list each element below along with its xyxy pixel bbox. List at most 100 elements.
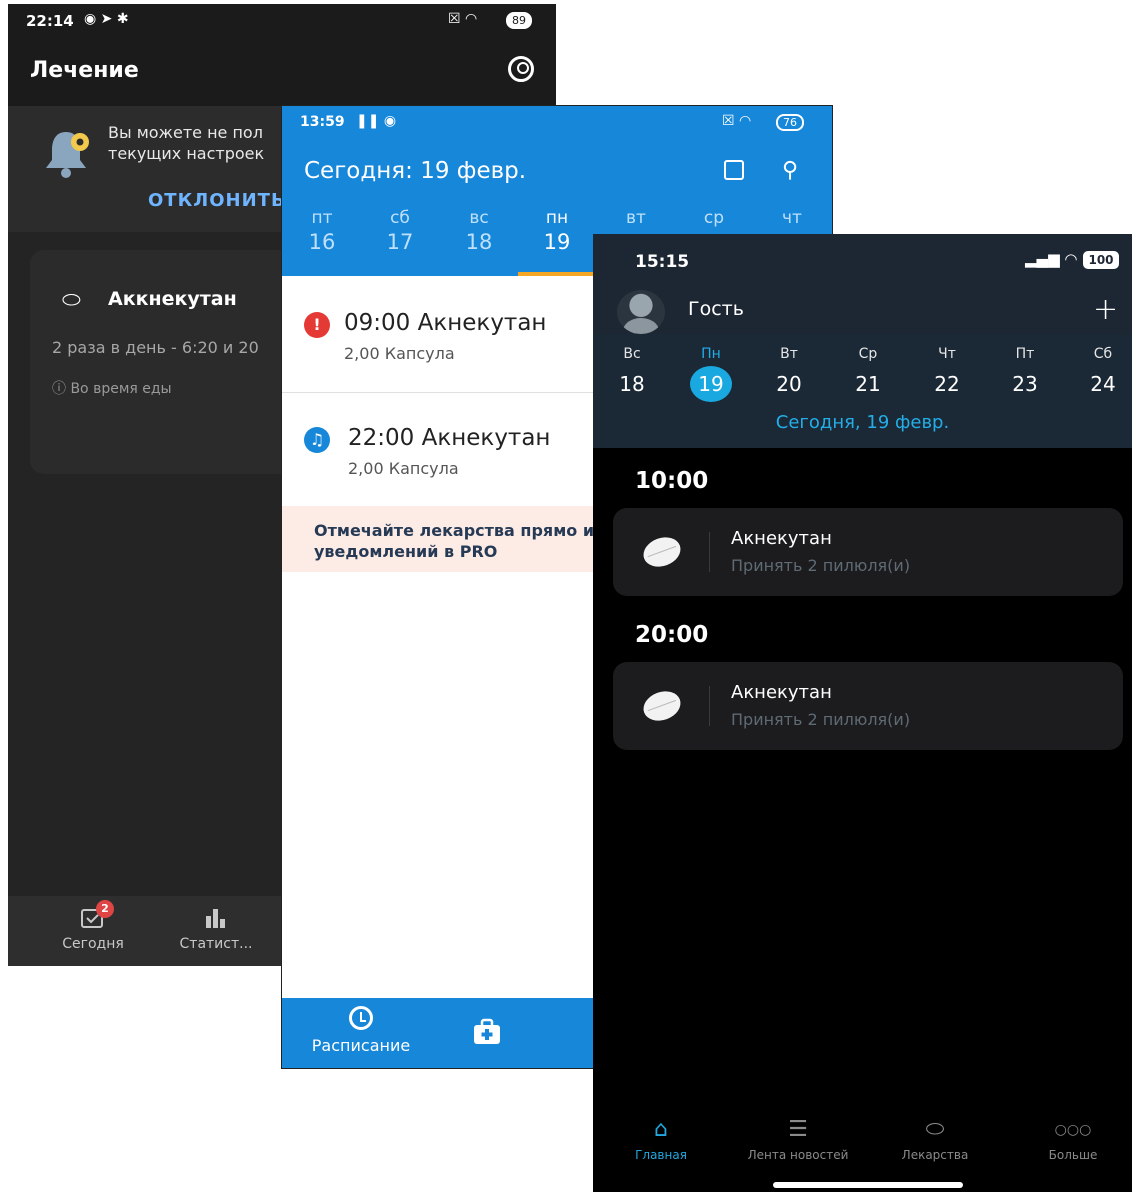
divider [709, 686, 710, 726]
dose-card[interactable]: Акнекутан Принять 2 пилюля(и) [613, 662, 1123, 750]
tab-label: Лента новостей [747, 1148, 849, 1162]
dose-time: 22:00 [348, 425, 415, 451]
day-mon[interactable]: пн 19 [527, 208, 587, 254]
week-day-name: Сб [1093, 346, 1113, 362]
home-icon: ⌂ [654, 1117, 668, 1142]
divider [709, 532, 710, 572]
dose-label: 22:00 Акнекутан [348, 425, 550, 451]
status-time: 22:14 [26, 12, 74, 30]
status-icons: ☒ ◠ [722, 113, 752, 129]
nav-today-label: Сегодня [62, 936, 124, 952]
dose-name: Акнекутан [417, 310, 547, 336]
week-day-date: 20 [776, 372, 802, 396]
day-sun[interactable]: вс 18 [449, 208, 509, 254]
week-day[interactable]: Вт 20 [759, 346, 819, 396]
dose-quantity: 2,00 Капсула [348, 459, 459, 478]
status-icons: ☒ ◠ [448, 11, 478, 27]
user-row: Гость + [593, 290, 1132, 334]
app-notification-icon: ◉ ➤ ✱ [84, 11, 129, 27]
pill-icon [639, 686, 685, 726]
tab-news-feed[interactable]: ☰ Лента новостей [738, 1116, 858, 1162]
dose-quantity: 2,00 Капсула [344, 344, 455, 363]
add-button[interactable]: + [1093, 292, 1118, 327]
week-day-name: Вс [623, 346, 641, 362]
status-time: 13:59 [300, 114, 345, 130]
week-day[interactable]: Сб 24 [1073, 346, 1132, 396]
tab-home[interactable]: ⌂ Главная [601, 1116, 721, 1162]
nav-statistics[interactable]: Статист... [176, 906, 256, 952]
status-icons: ▂▄▆ ◠ 100 [1025, 250, 1119, 269]
today-label[interactable]: Сегодня, 19 февр. [593, 412, 1132, 433]
dose-name: Акнекутан [731, 682, 832, 703]
account-icon[interactable] [508, 56, 534, 82]
day-name: пн [545, 208, 569, 228]
day-date: 17 [386, 230, 414, 254]
bar-chart-icon [203, 906, 229, 930]
bell-icon: ♫ [304, 427, 330, 453]
checklist-icon: 2 [80, 900, 114, 930]
week-day[interactable]: Пт 23 [995, 346, 1055, 396]
selected-day-indicator [518, 272, 594, 276]
dose-name: Акнекутан [731, 528, 832, 549]
week-day-name: Ср [858, 346, 878, 362]
user-name[interactable]: Гость [688, 298, 744, 320]
day-wed[interactable]: ср [684, 208, 744, 228]
week-day-date: 19 [690, 366, 732, 402]
battery-indicator: 89 [506, 12, 532, 29]
status-time: 15:15 [635, 252, 690, 272]
week-day-name: Пн [701, 346, 721, 362]
week-day-date: 22 [934, 372, 960, 396]
dose-time: 09:00 [344, 310, 411, 336]
nav-today[interactable]: 2 Сегодня [58, 900, 128, 952]
dismiss-button[interactable]: ОТКЛОНИТЬ [148, 190, 286, 211]
week-day-date: 23 [1012, 372, 1038, 396]
tab-label: Лекарства [901, 1148, 969, 1162]
week-day[interactable]: Ср 21 [838, 346, 898, 396]
day-name: ср [703, 208, 725, 228]
search-icon[interactable]: ⚲ [782, 158, 798, 183]
app-bar: Лечение [8, 38, 556, 106]
day-name: сб [390, 208, 410, 228]
tab-schedule[interactable]: Расписание [296, 1006, 426, 1055]
avatar[interactable] [617, 290, 665, 334]
tab-medications[interactable]: ⬭ Лекарства [875, 1116, 995, 1162]
phone-screen-home: 15:15 ▂▄▆ ◠ 100 Гость + Вс 18 Пн 19 Вт 20 Ср… [593, 234, 1132, 1192]
day-date: 19 [543, 230, 571, 254]
header: 15:15 ▂▄▆ ◠ 100 Гость + Вс 18 Пн 19 Вт 20 Ср… [593, 234, 1132, 448]
dose-instruction: Принять 2 пилюля(и) [731, 556, 911, 575]
day-thu[interactable]: чт [762, 208, 822, 228]
medication-name: Аккнекутан [108, 288, 237, 310]
day-name: пт [311, 208, 333, 228]
bell-settings-icon [46, 132, 89, 178]
day-sat[interactable]: сб 17 [370, 208, 430, 254]
status-bar: 13:59 ❚❚ ◉ ☒ ◠ 76 [282, 106, 832, 140]
time-heading: 20:00 [635, 622, 709, 648]
medkit-icon[interactable] [472, 1018, 502, 1046]
promo-text: Отмечайте лекарства прямо и уведомлений … [314, 521, 595, 561]
week-day[interactable]: Вс 18 [602, 346, 662, 396]
day-fri[interactable]: пт 16 [292, 208, 352, 254]
week-day[interactable]: Чт 22 [917, 346, 977, 396]
dose-card[interactable]: Акнекутан Принять 2 пилюля(и) [613, 508, 1123, 596]
status-bar: 22:14 ◉ ➤ ✱ ☒ ◠ 89 [8, 4, 556, 38]
battery-indicator: 100 [1083, 251, 1119, 269]
tab-label: Больше [1048, 1148, 1098, 1162]
day-date: 16 [308, 230, 336, 254]
calendar-icon[interactable] [724, 160, 744, 180]
day-tue[interactable]: вт [606, 208, 666, 228]
tab-schedule-label: Расписание [311, 1036, 411, 1055]
dose-name: Акнекутан [421, 425, 551, 451]
banner-text: Вы можете не пол текущих настроек [108, 123, 265, 163]
week-day-date: 21 [855, 372, 881, 396]
medication-note: ⓘ Во время еды [52, 378, 172, 398]
day-name: чт [782, 208, 802, 228]
tab-more[interactable]: ○○○ Больше [1013, 1116, 1132, 1162]
wifi-icon: ◠ [1064, 250, 1078, 268]
home-indicator [773, 1182, 963, 1188]
week-day-date: 24 [1090, 372, 1116, 396]
day-name: вт [626, 208, 646, 228]
week-day-name: Вт [780, 346, 798, 362]
tab-label: Главная [635, 1148, 687, 1162]
alert-icon: ! [304, 312, 330, 338]
week-day-selected[interactable]: Пн 19 [681, 346, 741, 402]
